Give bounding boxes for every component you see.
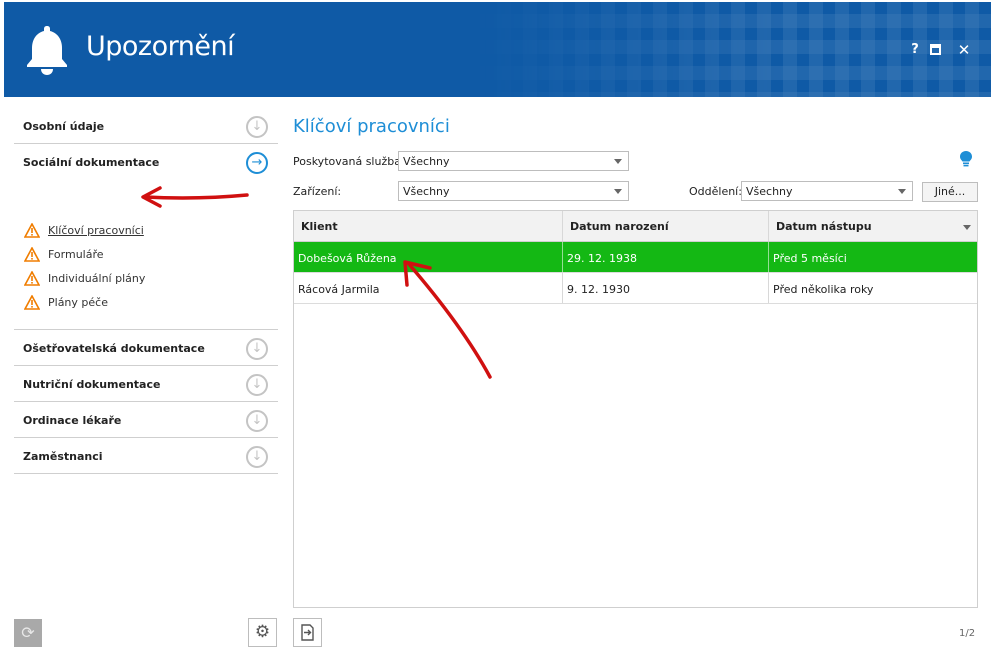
sidebar-section-employees[interactable]: Zaměstnanci ↓ xyxy=(14,438,278,474)
service-select[interactable]: Všechny xyxy=(398,151,629,171)
grid-header: Klient Datum narození Datum nástupu xyxy=(294,211,977,242)
warning-icon xyxy=(24,271,40,286)
chevron-down-circle-icon[interactable]: ↓ xyxy=(246,446,268,468)
sidebar-item-label[interactable]: Formuláře xyxy=(48,248,104,261)
sidebar-section-nutrition[interactable]: Nutriční dokumentace ↓ xyxy=(14,366,278,402)
refresh-button[interactable]: ⟳ xyxy=(14,619,42,647)
column-header-label: Datum nástupu xyxy=(776,220,872,233)
department-label: Oddělení: xyxy=(689,185,742,198)
close-button[interactable]: ✕ xyxy=(956,42,972,58)
sidebar-section-label: Ordinace lékaře xyxy=(23,414,122,427)
facility-select-value: Všechny xyxy=(403,185,450,198)
chevron-down-circle-icon[interactable]: ↓ xyxy=(246,410,268,432)
sidebar-section-label: Sociální dokumentace xyxy=(23,156,160,169)
data-grid[interactable]: Klient Datum narození Datum nástupu Dobe… xyxy=(293,210,978,608)
bell-icon xyxy=(27,26,67,75)
export-button[interactable] xyxy=(293,618,322,647)
help-button[interactable]: ? xyxy=(907,42,923,58)
chevron-down-circle-icon[interactable]: ↓ xyxy=(246,116,268,138)
cell-birth-date: 29. 12. 1938 xyxy=(563,242,769,272)
sidebar-section-social[interactable]: Sociální dokumentace → Klíčoví pracovníc… xyxy=(14,144,278,330)
lightbulb-icon[interactable] xyxy=(960,151,972,167)
export-icon xyxy=(301,624,314,641)
sort-down-icon[interactable] xyxy=(963,225,971,230)
chevron-down-icon xyxy=(898,189,906,194)
warning-icon xyxy=(24,223,40,238)
facility-select[interactable]: Všechny xyxy=(398,181,629,201)
sidebar-section-personal[interactable]: Osobní údaje ↓ xyxy=(14,108,278,144)
sidebar-section-label: Ošetřovatelská dokumentace xyxy=(23,342,205,355)
gear-icon: ⚙ xyxy=(254,622,271,642)
sidebar-item-label[interactable]: Klíčoví pracovníci xyxy=(48,224,144,237)
page-indicator: 1/2 xyxy=(959,628,976,639)
chevron-right-circle-icon[interactable]: → xyxy=(246,152,268,174)
table-row[interactable]: Dobešová Růžena 29. 12. 1938 Před 5 měsí… xyxy=(294,242,977,273)
sidebar-item-label[interactable]: Individuální plány xyxy=(48,272,145,285)
cell-client: Dobešová Růžena xyxy=(294,242,563,272)
facility-label: Zařízení: xyxy=(293,185,342,198)
settings-button[interactable]: ⚙ xyxy=(248,618,277,647)
column-header-client[interactable]: Klient xyxy=(294,211,563,241)
cell-client: Rácová Jarmila xyxy=(294,273,563,303)
column-header-entry-date[interactable]: Datum nástupu xyxy=(769,211,977,241)
sidebar-section-label: Osobní údaje xyxy=(23,120,105,133)
sidebar-section-nursing[interactable]: Ošetřovatelská dokumentace ↓ xyxy=(14,330,278,366)
page-title: Klíčoví pracovníci xyxy=(293,116,450,137)
department-select-value: Všechny xyxy=(746,185,793,198)
app-header: Upozornění ? ✕ xyxy=(4,2,991,97)
cell-entry-date: Před 5 měsíci xyxy=(773,252,847,265)
warning-icon xyxy=(24,247,40,262)
more-filters-button[interactable]: Jiné... xyxy=(922,182,978,202)
chevron-down-circle-icon[interactable]: ↓ xyxy=(246,374,268,396)
cell-entry-date: Před několika roky xyxy=(773,283,874,296)
service-select-value: Všechny xyxy=(403,155,450,168)
warning-icon xyxy=(24,295,40,310)
table-row[interactable]: Rácová Jarmila 9. 12. 1930 Před několika… xyxy=(294,273,977,304)
cell-birth-date: 9. 12. 1930 xyxy=(563,273,769,303)
chevron-down-circle-icon[interactable]: ↓ xyxy=(246,338,268,360)
column-header-birth-date[interactable]: Datum narození xyxy=(563,211,769,241)
sidebar-section-label: Nutriční dokumentace xyxy=(23,378,161,391)
chevron-down-icon xyxy=(614,159,622,164)
refresh-icon: ⟳ xyxy=(21,623,35,642)
sidebar-section-label: Zaměstnanci xyxy=(23,450,103,463)
sidebar-section-doctor[interactable]: Ordinace lékaře ↓ xyxy=(14,402,278,438)
app-title: Upozornění xyxy=(86,31,235,62)
sidebar-item-label[interactable]: Plány péče xyxy=(48,296,108,309)
chevron-down-icon xyxy=(614,189,622,194)
maximize-button[interactable] xyxy=(930,44,941,55)
sidebar: Osobní údaje ↓ Sociální dokumentace → Kl… xyxy=(14,108,278,474)
department-select[interactable]: Všechny xyxy=(741,181,913,201)
service-label: Poskytovaná služba: xyxy=(293,155,405,168)
